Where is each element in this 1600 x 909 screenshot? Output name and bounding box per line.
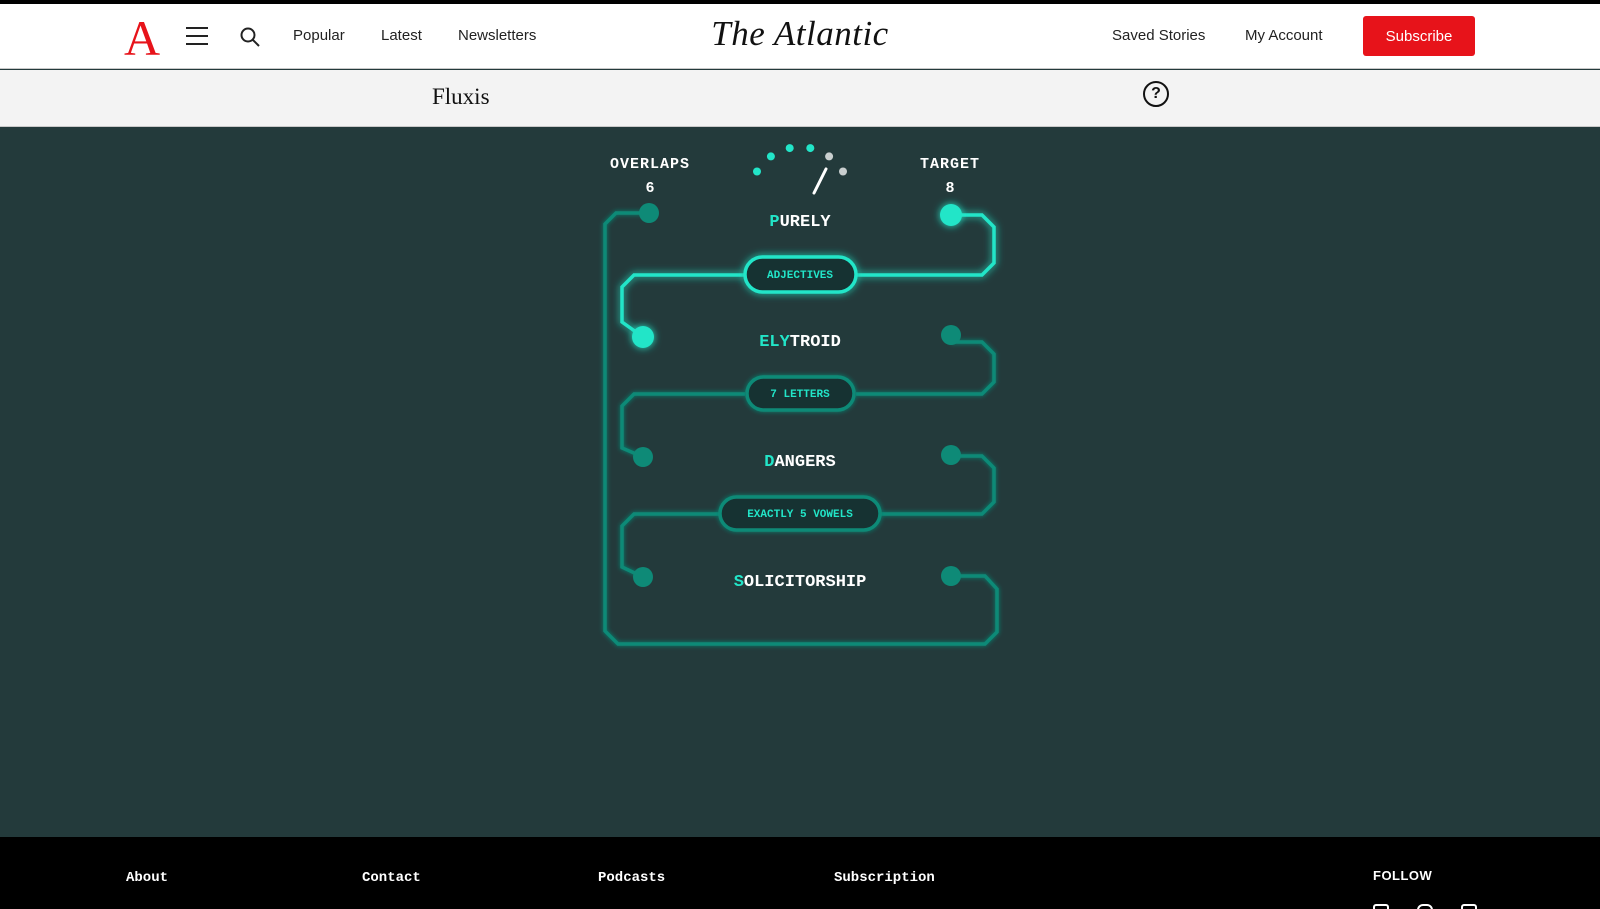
footer-contact[interactable]: Contact (362, 870, 421, 886)
gauge-dot-filled (753, 167, 761, 176)
word-node[interactable] (941, 566, 961, 586)
nav-newsletters[interactable]: Newsletters (458, 27, 536, 44)
subscribe-button[interactable]: Subscribe (1363, 16, 1475, 56)
game-board: OVERLAPS 6 TARGET 8 ADJECTIVES 7 LETTERS (603, 144, 999, 646)
word-node[interactable] (639, 203, 659, 223)
site-footer: About Contact Podcasts Subscription FOLL… (0, 837, 1600, 909)
menu-icon[interactable] (186, 27, 208, 45)
word-2[interactable]: ELYTROID (759, 333, 841, 352)
word-node[interactable] (633, 567, 653, 587)
saved-stories-link[interactable]: Saved Stories (1112, 27, 1205, 44)
word-3[interactable]: DANGERS (764, 453, 835, 472)
nav-popular[interactable]: Popular (293, 27, 345, 44)
word-1[interactable]: PURELY (769, 213, 831, 232)
word-node[interactable] (940, 204, 962, 226)
word-rest: ANGERS (774, 453, 835, 472)
search-icon[interactable] (239, 26, 261, 48)
game-title: Fluxis (432, 84, 490, 109)
overlaps-value: 6 (645, 180, 654, 197)
overlap-gauge (753, 144, 847, 195)
word-overlap: D (764, 453, 774, 472)
follow-label: FOLLOW (1373, 868, 1433, 883)
gauge-dot-filled (806, 144, 815, 153)
brand-wordmark[interactable]: The Atlantic (700, 14, 900, 54)
atlantic-logo[interactable]: A (124, 10, 160, 66)
word-overlap: ELY (759, 333, 790, 352)
clue-label: EXACTLY 5 VOWELS (747, 509, 853, 521)
nav-latest[interactable]: Latest (381, 27, 422, 44)
help-button[interactable]: ? (1143, 81, 1169, 107)
word-rest: OLICITORSHIP (744, 573, 866, 592)
game-subheader: Fluxis ? (0, 70, 1600, 127)
my-account-link[interactable]: My Account (1245, 27, 1323, 44)
overlaps-label: OVERLAPS (610, 156, 690, 173)
clue-pill-2[interactable]: 7 LETTERS (745, 375, 856, 412)
clue-label: 7 LETTERS (770, 389, 830, 401)
word-rest: URELY (780, 213, 832, 232)
gauge-dot-filled (766, 152, 775, 161)
gauge-dot-empty (825, 152, 834, 161)
word-overlap: S (734, 573, 744, 592)
facebook-icon[interactable] (1373, 904, 1389, 909)
gauge-needle (812, 167, 828, 195)
site-header: A Popular Latest Newsletters The Atlanti… (0, 4, 1600, 69)
footer-podcasts[interactable]: Podcasts (598, 870, 665, 886)
word-rest: TROID (790, 333, 841, 352)
clue-pill-3[interactable]: EXACTLY 5 VOWELS (718, 495, 882, 532)
word-node[interactable] (632, 326, 654, 348)
word-4[interactable]: SOLICITORSHIP (734, 573, 867, 592)
clue-label: ADJECTIVES (767, 270, 833, 282)
word-node[interactable] (941, 325, 961, 345)
instagram-icon[interactable] (1417, 904, 1433, 909)
gauge-dot-filled (785, 144, 794, 153)
word-overlap: P (769, 213, 779, 232)
target-label: TARGET (920, 156, 980, 173)
gauge-dot-empty (839, 167, 847, 176)
footer-subscription[interactable]: Subscription (834, 870, 935, 886)
clue-pill-1[interactable]: ADJECTIVES (743, 255, 858, 294)
youtube-icon[interactable] (1461, 904, 1477, 909)
target-value: 8 (945, 180, 954, 197)
word-node[interactable] (633, 447, 653, 467)
word-node[interactable] (941, 445, 961, 465)
footer-about[interactable]: About (126, 870, 168, 886)
